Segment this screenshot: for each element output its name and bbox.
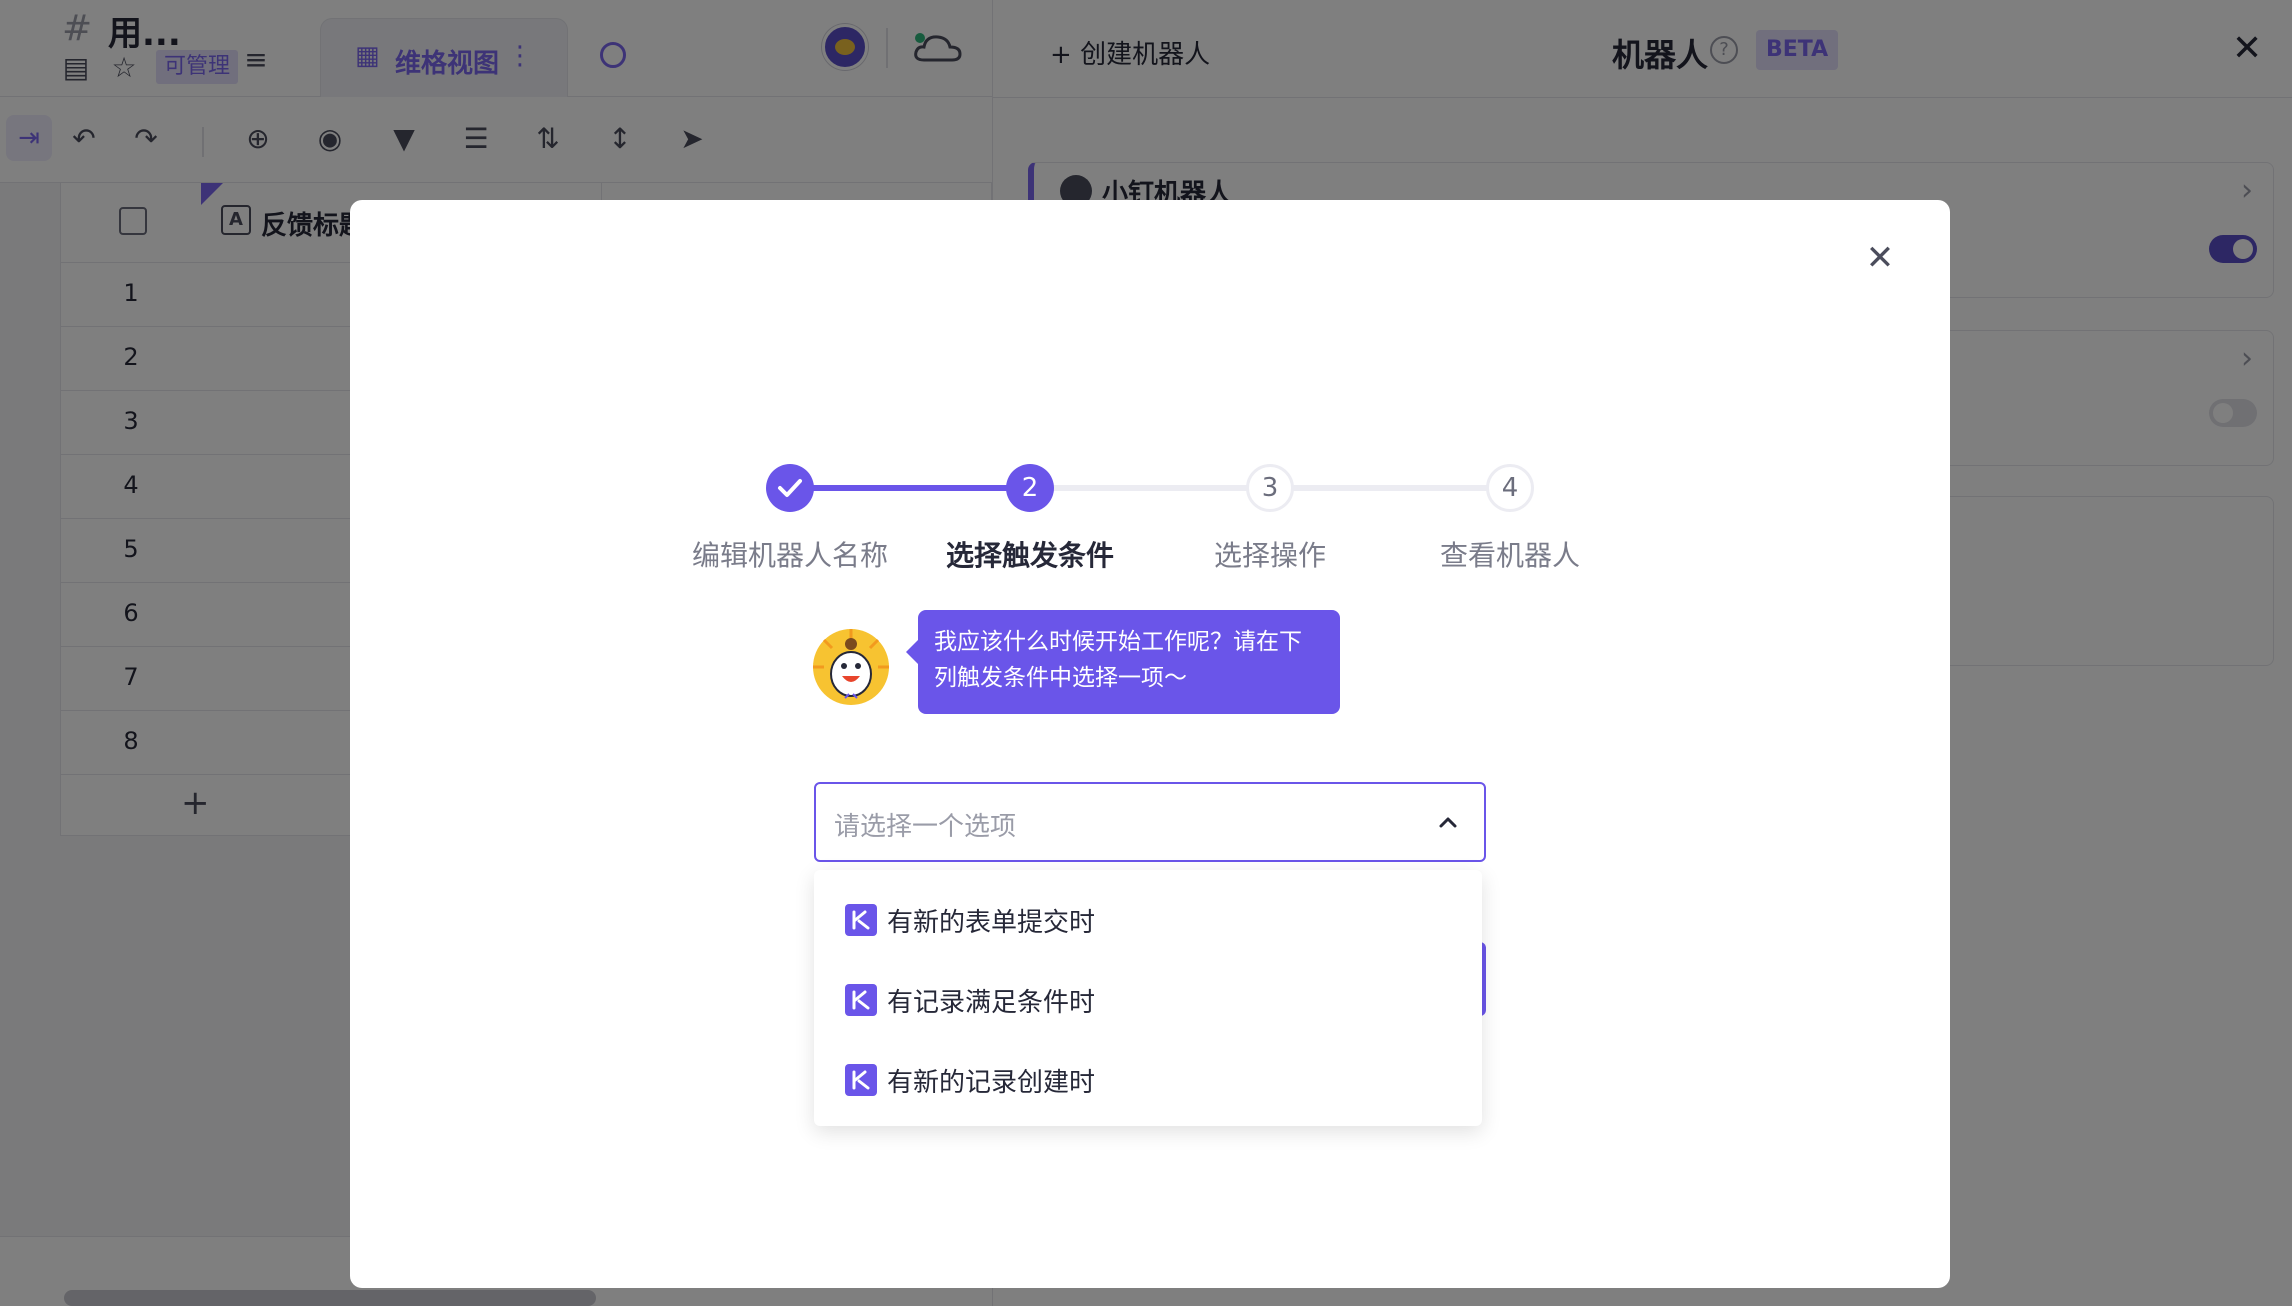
option-label: 有新的记录创建时 bbox=[887, 1068, 1096, 1098]
step-2-number: 2 bbox=[1006, 464, 1054, 512]
step-4-label: 查看机器人 bbox=[1439, 539, 1580, 572]
check-icon bbox=[778, 479, 802, 497]
step-connector bbox=[790, 485, 1030, 491]
step-3-label: 选择操作 bbox=[1213, 539, 1326, 572]
trigger-dropdown: 有新的表单提交时 有记录满足条件时 有新的记录创建时 bbox=[814, 870, 1482, 1126]
chevron-up-icon bbox=[1439, 817, 1457, 828]
vika-logo-icon bbox=[845, 904, 877, 936]
option-form-submitted[interactable]: 有新的表单提交时 bbox=[814, 880, 1482, 960]
option-label: 有记录满足条件时 bbox=[887, 988, 1096, 1018]
option-label: 有新的表单提交时 bbox=[887, 908, 1096, 938]
vika-logo-icon bbox=[845, 1064, 877, 1096]
select-placeholder: 请选择一个选项 bbox=[834, 812, 1017, 842]
trigger-select[interactable]: 请选择一个选项 bbox=[814, 782, 1486, 862]
close-icon[interactable]: ✕ bbox=[1860, 238, 1900, 278]
create-robot-modal: ✕ 2 3 4 编辑机器人名称 选择触发条件 选择操作 查看机器人 我应该什么时… bbox=[350, 200, 1950, 1288]
assistant-bubble: 我应该什么时候开始工作呢？请在下列触发条件中选择一项～ bbox=[906, 610, 1340, 714]
mascot-icon bbox=[813, 629, 889, 705]
step-4-number: 4 bbox=[1486, 464, 1534, 512]
option-record-matches[interactable]: 有记录满足条件时 bbox=[814, 960, 1482, 1040]
vika-logo-icon bbox=[845, 984, 877, 1016]
step-3-number: 3 bbox=[1246, 464, 1294, 512]
step-1-check-icon bbox=[766, 464, 814, 512]
step-1-label: 编辑机器人名称 bbox=[691, 539, 888, 572]
option-record-created[interactable]: 有新的记录创建时 bbox=[814, 1040, 1482, 1120]
step-2-label: 选择触发条件 bbox=[945, 539, 1114, 572]
